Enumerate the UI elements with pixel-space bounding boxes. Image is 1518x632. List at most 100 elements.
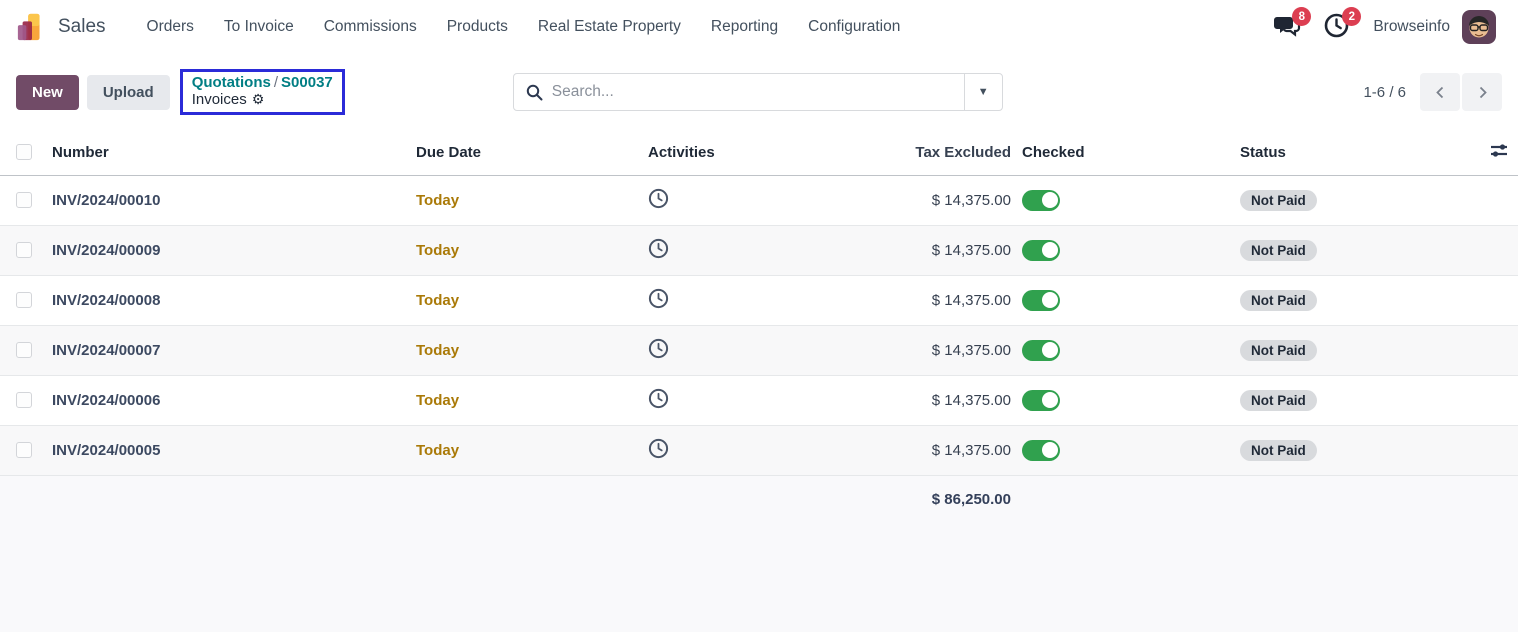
status-badge: Not Paid bbox=[1240, 340, 1317, 361]
invoice-row[interactable]: INV/2024/00008 Today $ 14,375.00 Not Pai… bbox=[0, 275, 1518, 325]
row-checkbox[interactable] bbox=[16, 192, 32, 208]
amount-cell[interactable]: $ 14,375.00 bbox=[768, 275, 1011, 325]
activity-cell[interactable] bbox=[636, 275, 768, 325]
checked-cell[interactable] bbox=[1011, 375, 1240, 425]
activity-clock-icon[interactable] bbox=[648, 438, 669, 459]
optional-columns-button[interactable] bbox=[1480, 130, 1518, 175]
activity-clock-icon[interactable] bbox=[648, 338, 669, 359]
invoice-row[interactable]: INV/2024/00006 Today $ 14,375.00 Not Pai… bbox=[0, 375, 1518, 425]
menu-reporting[interactable]: Reporting bbox=[696, 10, 793, 44]
menu-commissions[interactable]: Commissions bbox=[309, 10, 432, 44]
row-checkbox[interactable] bbox=[16, 442, 32, 458]
checked-toggle[interactable] bbox=[1022, 440, 1060, 461]
checked-toggle[interactable] bbox=[1022, 390, 1060, 411]
activities-button[interactable]: 2 bbox=[1323, 12, 1353, 42]
activity-clock-icon[interactable] bbox=[648, 288, 669, 309]
checked-cell[interactable] bbox=[1011, 225, 1240, 275]
menu-products[interactable]: Products bbox=[432, 10, 523, 44]
row-checkbox[interactable] bbox=[16, 292, 32, 308]
status-cell[interactable]: Not Paid bbox=[1240, 225, 1480, 275]
messages-button[interactable]: 8 bbox=[1273, 12, 1303, 42]
activity-cell[interactable] bbox=[636, 175, 768, 225]
pager-next-button[interactable] bbox=[1462, 73, 1502, 111]
total-tax-excluded: $ 86,250.00 bbox=[768, 475, 1011, 523]
app-title: Sales bbox=[58, 16, 106, 38]
invoice-rows: INV/2024/00010 Today $ 14,375.00 Not Pai… bbox=[0, 175, 1518, 475]
invoice-number[interactable]: INV/2024/00010 bbox=[40, 175, 404, 225]
header-checked[interactable]: Checked bbox=[1011, 130, 1240, 175]
invoice-number[interactable]: INV/2024/00007 bbox=[40, 325, 404, 375]
gear-icon[interactable]: ⚙ bbox=[252, 91, 265, 108]
checked-cell[interactable] bbox=[1011, 325, 1240, 375]
due-date[interactable]: Today bbox=[404, 375, 636, 425]
checked-toggle[interactable] bbox=[1022, 290, 1060, 311]
breadcrumb-current: Invoices bbox=[192, 91, 247, 108]
checked-cell[interactable] bbox=[1011, 275, 1240, 325]
checked-cell[interactable] bbox=[1011, 425, 1240, 475]
select-all-checkbox[interactable] bbox=[16, 144, 32, 160]
menu-to-invoice[interactable]: To Invoice bbox=[209, 10, 309, 44]
due-date[interactable]: Today bbox=[404, 325, 636, 375]
app-switcher[interactable]: Sales bbox=[16, 11, 106, 43]
invoice-row[interactable]: INV/2024/00009 Today $ 14,375.00 Not Pai… bbox=[0, 225, 1518, 275]
activity-cell[interactable] bbox=[636, 425, 768, 475]
invoice-number[interactable]: INV/2024/00009 bbox=[40, 225, 404, 275]
checked-toggle[interactable] bbox=[1022, 190, 1060, 211]
checked-toggle[interactable] bbox=[1022, 240, 1060, 261]
menu-orders[interactable]: Orders bbox=[132, 10, 209, 44]
search-bar: ▼ bbox=[513, 73, 1003, 111]
upload-button[interactable]: Upload bbox=[87, 75, 170, 110]
user-menu[interactable]: Browseinfo bbox=[1373, 10, 1496, 44]
checked-cell[interactable] bbox=[1011, 175, 1240, 225]
status-cell[interactable]: Not Paid bbox=[1240, 275, 1480, 325]
activity-clock-icon[interactable] bbox=[648, 188, 669, 209]
amount-cell[interactable]: $ 14,375.00 bbox=[768, 225, 1011, 275]
checked-toggle[interactable] bbox=[1022, 340, 1060, 361]
search-dropdown-toggle[interactable]: ▼ bbox=[964, 74, 1002, 110]
breadcrumb-s00037-link[interactable]: S00037 bbox=[281, 74, 333, 91]
activity-cell[interactable] bbox=[636, 325, 768, 375]
amount-cell[interactable]: $ 14,375.00 bbox=[768, 375, 1011, 425]
header-due-date[interactable]: Due Date bbox=[404, 130, 636, 175]
header-number[interactable]: Number bbox=[40, 130, 404, 175]
activity-cell[interactable] bbox=[636, 225, 768, 275]
breadcrumb-quotations-link[interactable]: Quotations bbox=[192, 74, 271, 91]
invoice-row[interactable]: INV/2024/00005 Today $ 14,375.00 Not Pai… bbox=[0, 425, 1518, 475]
menu-real-estate-property[interactable]: Real Estate Property bbox=[523, 10, 696, 44]
activity-clock-icon[interactable] bbox=[648, 388, 669, 409]
row-checkbox[interactable] bbox=[16, 242, 32, 258]
pager-previous-button[interactable] bbox=[1420, 73, 1460, 111]
status-cell[interactable]: Not Paid bbox=[1240, 175, 1480, 225]
status-cell[interactable]: Not Paid bbox=[1240, 325, 1480, 375]
invoice-row[interactable]: INV/2024/00010 Today $ 14,375.00 Not Pai… bbox=[0, 175, 1518, 225]
activity-clock-icon[interactable] bbox=[648, 238, 669, 259]
row-checkbox[interactable] bbox=[16, 342, 32, 358]
activity-cell[interactable] bbox=[636, 375, 768, 425]
new-button[interactable]: New bbox=[16, 75, 79, 110]
status-cell[interactable]: Not Paid bbox=[1240, 375, 1480, 425]
due-date[interactable]: Today bbox=[404, 225, 636, 275]
header-activities[interactable]: Activities bbox=[636, 130, 768, 175]
status-cell[interactable]: Not Paid bbox=[1240, 425, 1480, 475]
due-date[interactable]: Today bbox=[404, 175, 636, 225]
messages-count-badge: 8 bbox=[1292, 7, 1311, 26]
amount-cell[interactable]: $ 14,375.00 bbox=[768, 175, 1011, 225]
pager-range: 1-6 / 6 bbox=[1363, 84, 1406, 101]
due-date[interactable]: Today bbox=[404, 275, 636, 325]
header-tax-excluded[interactable]: Tax Excluded bbox=[768, 130, 1011, 175]
invoice-number[interactable]: INV/2024/00006 bbox=[40, 375, 404, 425]
avatar bbox=[1462, 10, 1496, 44]
due-date[interactable]: Today bbox=[404, 425, 636, 475]
menu-configuration[interactable]: Configuration bbox=[793, 10, 915, 44]
status-badge: Not Paid bbox=[1240, 440, 1317, 461]
invoice-row[interactable]: INV/2024/00007 Today $ 14,375.00 Not Pai… bbox=[0, 325, 1518, 375]
sales-app-icon bbox=[16, 11, 48, 43]
invoice-number[interactable]: INV/2024/00005 bbox=[40, 425, 404, 475]
row-checkbox[interactable] bbox=[16, 392, 32, 408]
header-status[interactable]: Status bbox=[1240, 130, 1480, 175]
invoice-number[interactable]: INV/2024/00008 bbox=[40, 275, 404, 325]
amount-cell[interactable]: $ 14,375.00 bbox=[768, 325, 1011, 375]
amount-cell[interactable]: $ 14,375.00 bbox=[768, 425, 1011, 475]
breadcrumb-separator: / bbox=[271, 74, 281, 91]
search-input[interactable] bbox=[552, 83, 952, 101]
